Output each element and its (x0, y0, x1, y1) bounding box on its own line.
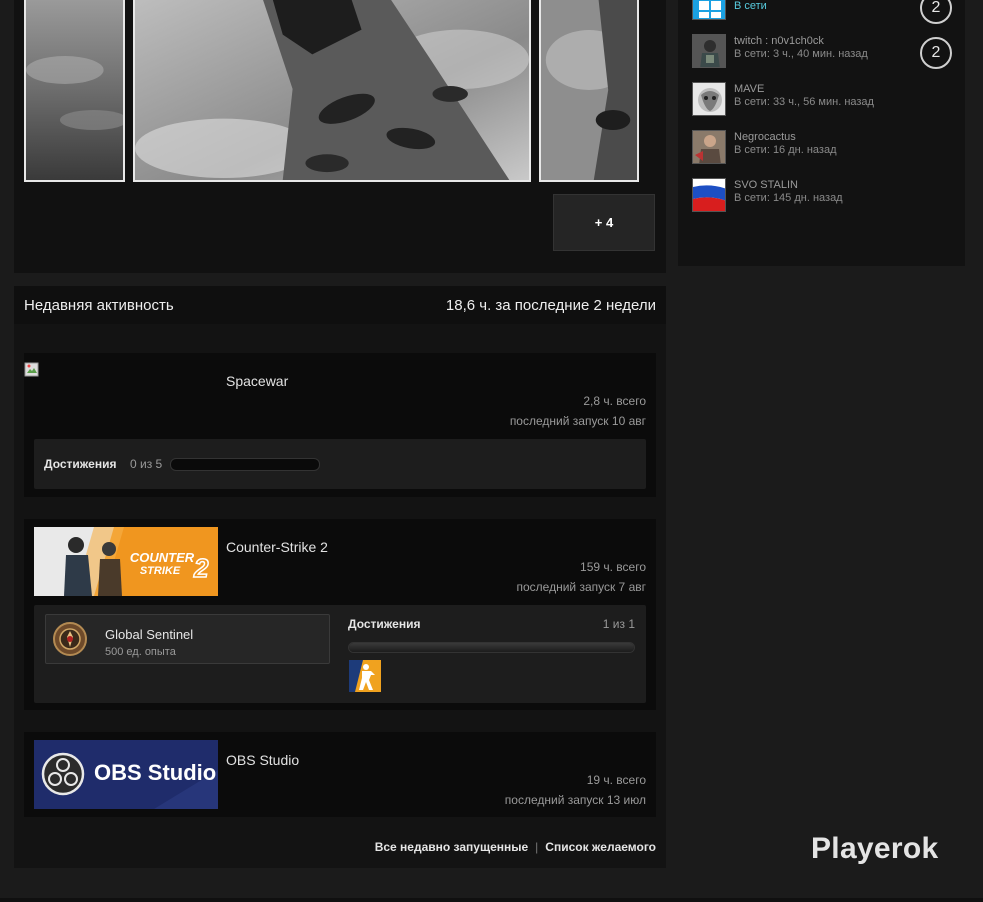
friend-status: В сети: 16 дн. назад (734, 144, 837, 156)
game-last-played: последний запуск 7 авг (516, 580, 646, 594)
game-title[interactable]: Spacewar (226, 373, 288, 389)
friend-name: MAVE (734, 83, 765, 95)
watermark-logo: Playerok (811, 832, 939, 865)
achievements-progress-bar (348, 642, 635, 653)
recent-activity-header: Недавняя активность 18,6 ч. за последние… (14, 286, 666, 324)
achievements-count: 1 из 1 (602, 617, 635, 631)
game-total-hours: 159 ч. всего (580, 560, 646, 574)
friend-name: SVO STALIN (734, 179, 798, 191)
game-capsule-image[interactable]: COUNTER STRIKE 2 (34, 527, 218, 596)
more-screenshots-button[interactable]: + 4 (553, 194, 655, 251)
achievements-progress-fill (349, 643, 634, 652)
friends-panel: В сети 2 twitch : n0v1ch0ck В сети: 3 ч.… (678, 0, 965, 266)
friend-status: В сети: 3 ч., 40 мин. назад (734, 48, 868, 60)
game-total-hours: 2,8 ч. всего (583, 394, 646, 408)
friend-status: В сети (734, 0, 767, 12)
capsule-text-counter: COUNTER (130, 550, 195, 565)
game-title[interactable]: Counter-Strike 2 (226, 539, 328, 555)
friend-avatar (692, 130, 726, 164)
badge-card[interactable]: Global Sentinel 500 ед. опыта (45, 614, 330, 664)
game-last-played: последний запуск 10 авг (509, 414, 646, 428)
obs-logo-text: OBS Studio (94, 760, 217, 785)
screenshot-thumb-left[interactable] (24, 0, 125, 182)
game-spacewar: Spacewar 2,8 ч. всего последний запуск 1… (24, 353, 656, 497)
badge-title: Global Sentinel (105, 627, 194, 642)
achievements-label[interactable]: Достижения (44, 457, 116, 471)
recent-activity-panel: Spacewar 2,8 ч. всего последний запуск 1… (14, 324, 666, 868)
friend-group-count-badge[interactable]: 2 (920, 37, 952, 69)
broken-image-icon (24, 362, 40, 378)
achievement-icon[interactable] (349, 660, 381, 692)
recent-activity-hours: 18,6 ч. за последние 2 недели (445, 297, 656, 314)
game-title[interactable]: OBS Studio (226, 752, 299, 768)
achievements-count: 0 из 5 (130, 457, 163, 471)
badge-xp: 500 ед. опыта (105, 646, 176, 658)
game-capsule-image[interactable]: OBS Studio (34, 740, 218, 809)
friend-name: twitch : n0v1ch0ck (734, 35, 824, 47)
recent-activity-title: Недавняя активность (24, 297, 174, 314)
friend-avatar (692, 178, 726, 212)
friend-name: Negrocactus (734, 131, 796, 143)
screenshot-showcase: + 4 (14, 0, 666, 273)
capsule-text-strike: STRIKE (140, 565, 181, 577)
bottom-strip (0, 898, 983, 902)
friend-item[interactable]: Negrocactus В сети: 16 дн. назад (692, 130, 962, 170)
friend-item[interactable]: SVO STALIN В сети: 145 дн. назад (692, 178, 962, 218)
link-separator: | (535, 840, 539, 854)
activity-footer-links: Все недавно запущенные | Список желаемого (375, 840, 656, 854)
game-total-hours: 19 ч. всего (586, 773, 646, 787)
capsule-text-2: 2 (193, 553, 209, 583)
game-counter-strike-2: COUNTER STRIKE 2 Counter-Strike 2 159 ч.… (24, 519, 656, 710)
wishlist-link[interactable]: Список желаемого (545, 840, 656, 854)
screenshot-thumb-right[interactable] (539, 0, 639, 182)
achievements-box: Global Sentinel 500 ед. опыта Достижения… (34, 605, 646, 703)
friend-status: В сети: 145 дн. назад (734, 192, 843, 204)
friend-avatar (692, 82, 726, 116)
friend-status: В сети: 33 ч., 56 мин. назад (734, 96, 874, 108)
screenshot-main[interactable] (133, 0, 531, 182)
game-obs-studio: OBS Studio OBS Studio 19 ч. всего послед… (24, 732, 656, 817)
achievements-label[interactable]: Достижения (348, 617, 420, 631)
friend-avatar (692, 0, 726, 20)
friend-item[interactable]: MAVE В сети: 33 ч., 56 мин. назад (692, 82, 962, 122)
global-sentinel-badge-icon (52, 621, 88, 657)
achievements-box: Достижения 0 из 5 (34, 439, 646, 489)
all-recently-played-link[interactable]: Все недавно запущенные (375, 840, 528, 854)
achievements-progress-bar (170, 458, 320, 471)
friend-avatar (692, 34, 726, 68)
game-last-played: последний запуск 13 июл (504, 793, 646, 807)
